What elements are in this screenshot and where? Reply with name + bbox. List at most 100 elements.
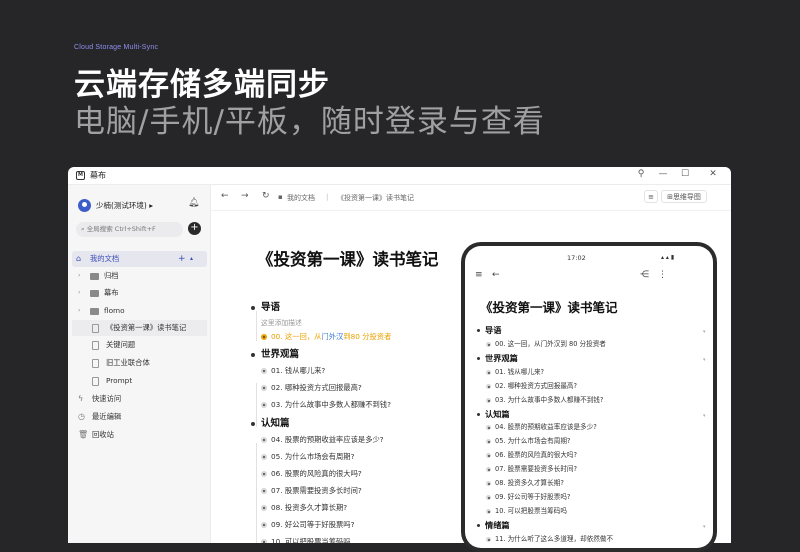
bullet[interactable]: [477, 329, 480, 332]
avatar[interactable]: [78, 199, 91, 212]
trash-icon: 🗑︎: [78, 430, 89, 439]
outline-item[interactable]: 01. 钱从哪儿来?: [477, 366, 697, 380]
outline-item[interactable]: 05. 为什么市场会有周期?: [477, 435, 697, 449]
bullet[interactable]: [261, 368, 267, 374]
sidebar-item-doc[interactable]: Prompt: [72, 373, 207, 389]
back-arrow-icon[interactable]: ←: [492, 270, 500, 280]
forward-arrow-icon[interactable]: →: [241, 191, 249, 201]
outline-icon[interactable]: ≡: [644, 190, 658, 203]
bullet[interactable]: [261, 522, 267, 528]
add-icon[interactable]: +: [178, 251, 186, 267]
user-name[interactable]: 少楠(测试环境) ▸: [96, 200, 153, 211]
chevron-right-icon[interactable]: ›: [78, 303, 80, 319]
close-button[interactable]: ✕: [706, 169, 720, 179]
breadcrumb-root[interactable]: 我的文档: [287, 193, 315, 203]
search-placeholder: 全局搜索 Ctrl+Shift+F: [86, 225, 156, 233]
sidebar-item-label: Prompt: [106, 376, 133, 385]
sidebar-item-label: 《投资第一课》读书笔记: [106, 323, 187, 332]
scroll-indicator: ▾: [703, 524, 706, 530]
bullet[interactable]: [261, 334, 267, 340]
bell-icon[interactable]: 🔔︎: [188, 198, 199, 208]
outline-heading[interactable]: 世界观篇: [477, 351, 697, 366]
bullet[interactable]: [261, 402, 267, 408]
breadcrumb-folder-icon: ▪: [278, 193, 283, 201]
outline-item[interactable]: 06. 股票的风险真的很大吗?: [477, 449, 697, 463]
phone-status-icons: ▴ ▴ ▮: [661, 254, 675, 261]
search-input[interactable]: ⌕ 全局搜索 Ctrl+Shift+F: [76, 222, 183, 237]
bullet[interactable]: [251, 306, 255, 310]
title-bar: M 幕布 ⚲ — ☐ ✕: [68, 167, 731, 185]
bullet[interactable]: [486, 384, 491, 389]
phone-status-time: 17:02: [567, 254, 586, 262]
minimize-button[interactable]: —: [656, 169, 670, 179]
bullet[interactable]: [261, 488, 267, 494]
bullet[interactable]: [251, 353, 255, 357]
bullet[interactable]: [486, 425, 491, 430]
bullet[interactable]: [477, 413, 480, 416]
bullet[interactable]: [261, 471, 267, 477]
clock-icon: ◷: [78, 412, 85, 421]
bullet[interactable]: [486, 537, 491, 542]
outline-item[interactable]: 09. 好公司等于好股票吗?: [477, 491, 697, 505]
outline-item[interactable]: 10. 可以把股票当筹码吗: [477, 505, 697, 519]
hero-subheadline: 电脑/手机/平板，随时登录与查看: [74, 104, 545, 140]
outline-icon[interactable]: ⋲: [640, 270, 649, 280]
outline-item[interactable]: 04. 股票的预期收益率应该是多少?: [477, 421, 697, 435]
mindmap-button[interactable]: ⊞思维导图: [661, 190, 707, 203]
hero-tag: Cloud Storage Multi-Sync: [74, 44, 159, 51]
bullet[interactable]: [486, 495, 491, 500]
back-arrow-icon[interactable]: ←: [221, 191, 229, 201]
outline-item[interactable]: 00. 这一回，从门外汉到 80 分投资者: [477, 338, 697, 352]
outline-heading[interactable]: 情绪篇: [477, 518, 697, 533]
bullet[interactable]: [261, 437, 267, 443]
sidebar-item-folder[interactable]: › 幕布: [72, 285, 207, 301]
refresh-icon[interactable]: ↻: [262, 191, 270, 201]
bullet[interactable]: [251, 422, 255, 426]
maximize-button[interactable]: ☐: [678, 169, 692, 179]
outline-heading[interactable]: 导语: [477, 323, 697, 338]
bullet[interactable]: [486, 398, 491, 403]
breadcrumb-doc[interactable]: 《投资第一课》读书笔记: [337, 193, 414, 203]
bullet[interactable]: [486, 509, 491, 514]
sidebar-item-doc[interactable]: 关键问题: [72, 337, 207, 353]
sidebar-item-my-docs[interactable]: ⌂ 我的文档 + ▴: [72, 251, 207, 267]
sidebar-item-label: 归档: [104, 271, 119, 280]
bullet[interactable]: [486, 439, 491, 444]
bullet[interactable]: [261, 505, 267, 511]
sidebar-item-folder[interactable]: › flomo: [72, 303, 207, 319]
bullet[interactable]: [477, 524, 480, 527]
more-icon[interactable]: ⋮: [658, 270, 667, 280]
add-button[interactable]: +: [188, 222, 201, 235]
document-title: 《投资第一课》读书笔记: [257, 250, 439, 269]
outline-item[interactable]: 02. 哪种投资方式回报最高?: [477, 380, 697, 394]
chevron-right-icon[interactable]: ›: [78, 285, 80, 301]
outline-item[interactable]: 03. 为什么故事中多数人都赚不到钱?: [477, 394, 697, 408]
sidebar-item-doc[interactable]: 旧工业联合体: [72, 355, 207, 371]
bullet[interactable]: [261, 539, 267, 543]
sidebar-item-recent[interactable]: ◷ 最近编辑: [72, 409, 207, 425]
menu-icon[interactable]: ≡: [475, 270, 483, 280]
bullet[interactable]: [486, 481, 491, 486]
bullet[interactable]: [486, 467, 491, 472]
bullet[interactable]: [486, 453, 491, 458]
bullet[interactable]: [486, 370, 491, 375]
bullet[interactable]: [486, 342, 491, 347]
sidebar-item-doc[interactable]: 《投资第一课》读书笔记: [72, 320, 207, 336]
sidebar: 少楠(测试环境) ▸ 🔔︎ ⌕ 全局搜索 Ctrl+Shift+F + ⌂ 我的…: [68, 185, 211, 543]
sidebar-item-trash[interactable]: 🗑︎ 回收站: [72, 427, 207, 443]
outline-item[interactable]: 07. 股票需要投资多长时间?: [477, 463, 697, 477]
outline-item[interactable]: 08. 投资多久才算长期?: [477, 477, 697, 491]
bullet[interactable]: [261, 454, 267, 460]
sidebar-item-folder[interactable]: › 归档: [72, 268, 207, 284]
document-icon: [92, 377, 99, 386]
mindmap-label: 思维导图: [672, 193, 701, 201]
chevron-right-icon[interactable]: ›: [78, 268, 80, 284]
pin-icon[interactable]: ⚲: [634, 169, 648, 179]
outline-heading[interactable]: 认知篇: [477, 407, 697, 422]
bullet[interactable]: [261, 385, 267, 391]
sidebar-item-label: 最近编辑: [92, 412, 122, 421]
outline-item[interactable]: 11. 为什么听了这么多道理，却依然做不: [477, 533, 697, 547]
bullet[interactable]: [477, 357, 480, 360]
caret-up-icon[interactable]: ▴: [190, 251, 193, 267]
sidebar-item-quick-access[interactable]: ϟ 快速访问: [72, 391, 207, 407]
